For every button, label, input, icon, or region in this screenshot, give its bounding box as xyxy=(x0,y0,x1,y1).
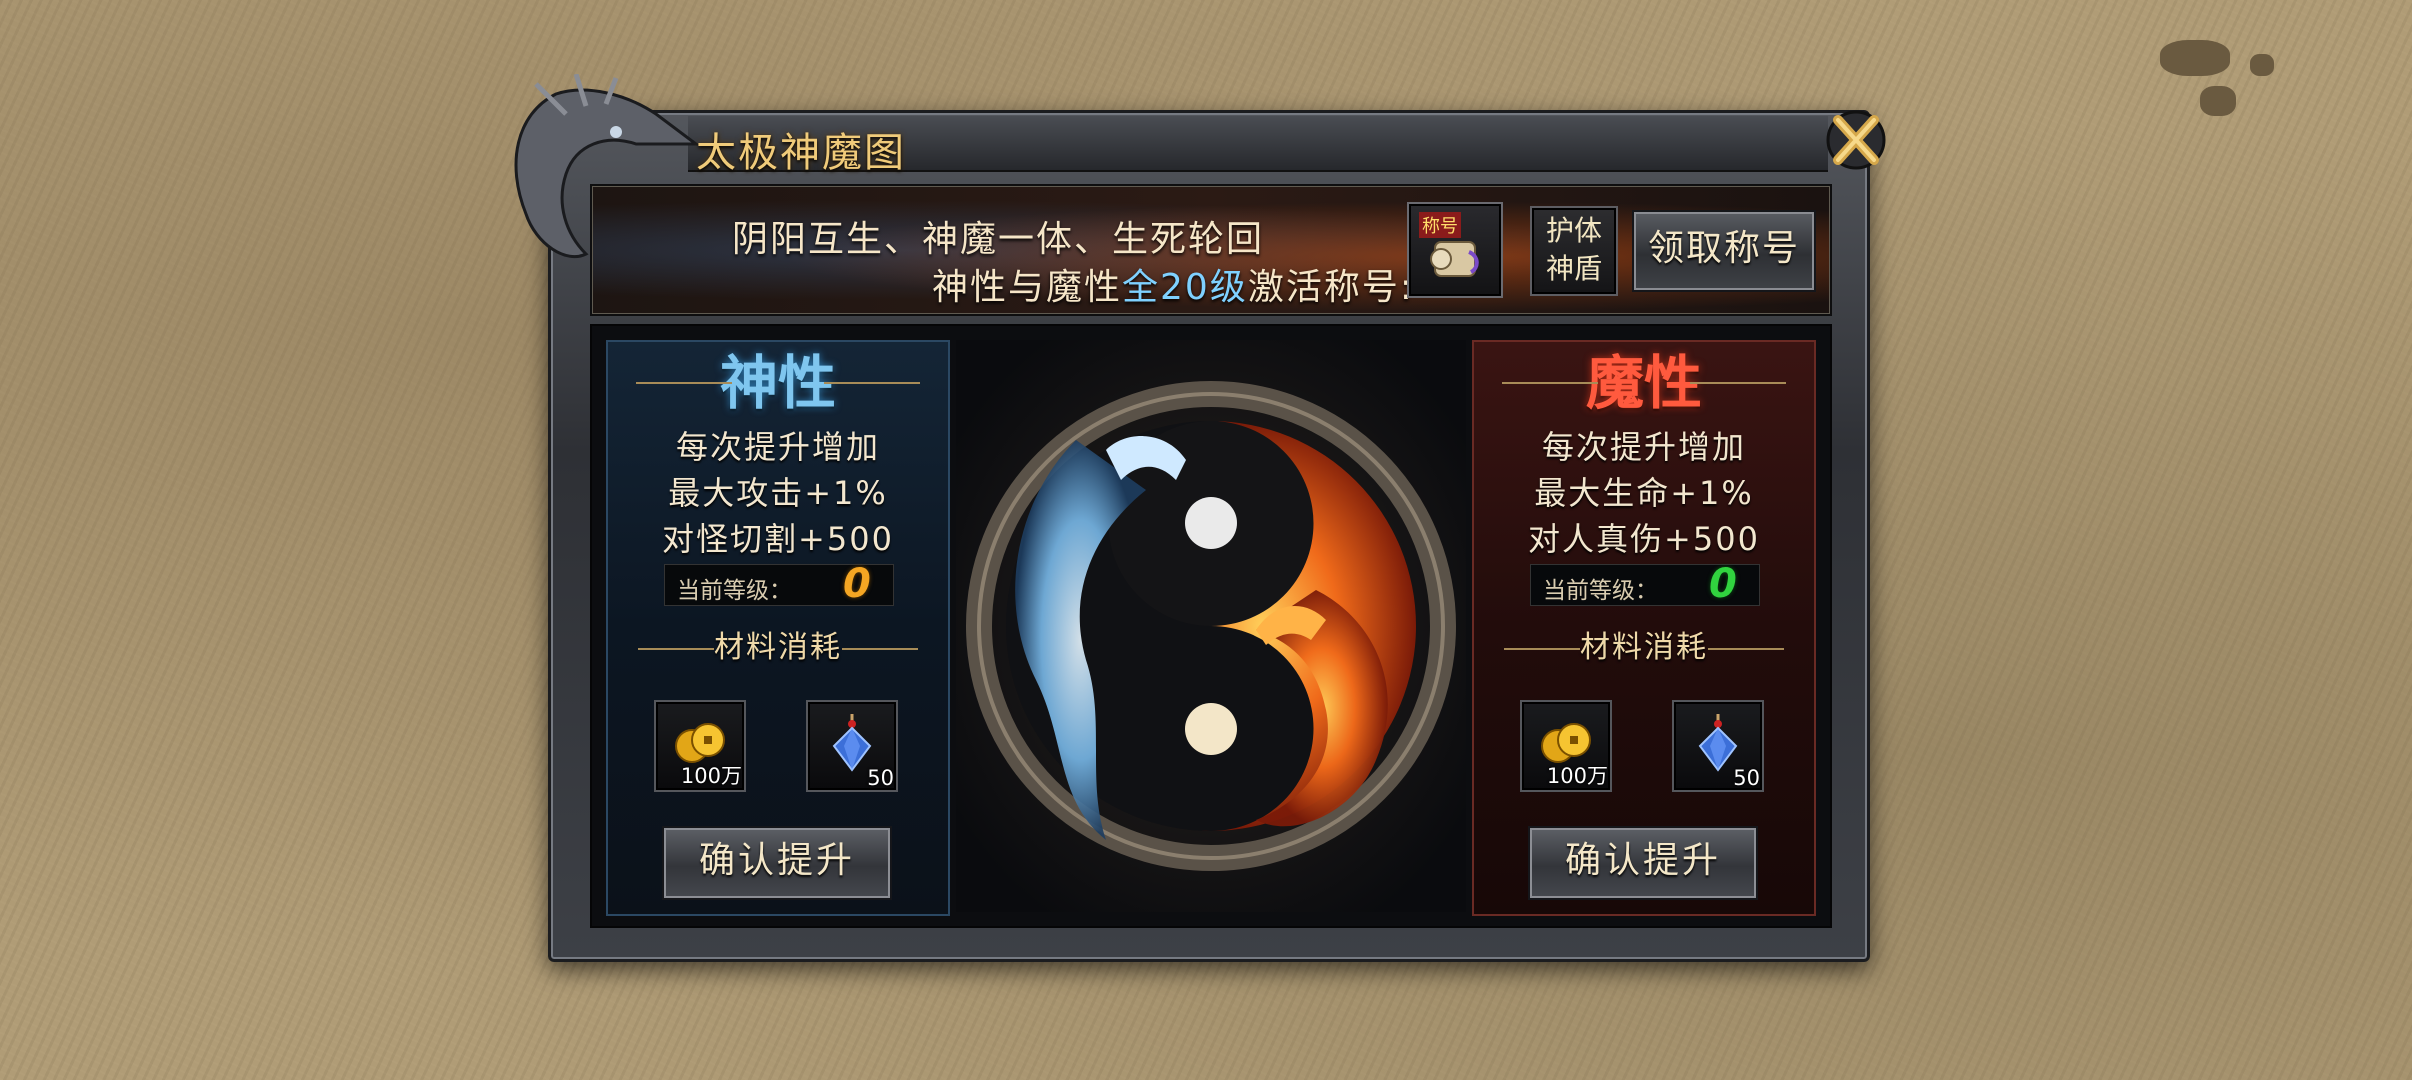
divider xyxy=(1504,648,1580,650)
gold-count: 100万 xyxy=(680,764,742,788)
demonic-true-damage: 对人真伤+500 xyxy=(1528,520,1760,558)
divider xyxy=(1690,382,1786,384)
divine-panel: 神性 每次提升增加 最大攻击+1% 对怪切割+500 当前等级： 0 材料消耗 xyxy=(606,340,950,916)
demonic-confirm-button[interactable]: 确认提升 xyxy=(1528,826,1758,900)
demonic-header: 魔性 xyxy=(1474,352,1814,414)
close-icon[interactable] xyxy=(1820,104,1892,176)
gem-material-slot[interactable]: 50 xyxy=(1672,700,1764,792)
gem-pendant-icon xyxy=(1698,714,1738,772)
taiji-dialog: 太极神魔图 阴阳互生、神魔一体、生死轮回 神性与魔性全20级激活称号: 称号 护… xyxy=(514,74,1886,962)
divider xyxy=(824,382,920,384)
materials-header: 材料消耗 xyxy=(1474,628,1814,668)
gem-count: 50 xyxy=(867,766,894,790)
divine-desc-line: 每次提升增加 xyxy=(675,428,880,466)
divider xyxy=(842,648,918,650)
title-reward-slot[interactable]: 称号 xyxy=(1407,202,1503,298)
gold-count: 100万 xyxy=(1546,764,1608,788)
divine-attack-bonus: 最大攻击+1% xyxy=(668,474,888,512)
yin-yang-dragons-icon xyxy=(956,340,1466,912)
title-banner: 阴阳互生、神魔一体、生死轮回 神性与魔性全20级激活称号: 称号 护体 神盾 领… xyxy=(590,184,1832,316)
divider xyxy=(636,382,732,384)
gold-material-slot[interactable]: 100万 xyxy=(1520,700,1612,792)
shield-line1: 护体 xyxy=(1545,214,1602,247)
gem-count: 50 xyxy=(1733,766,1760,790)
divider xyxy=(1708,648,1784,650)
divine-monster-cut: 对怪切割+500 xyxy=(662,520,894,558)
demonic-level-value: 0 xyxy=(1709,561,1737,607)
demonic-desc-line: 每次提升增加 xyxy=(1541,428,1746,466)
demonic-title: 魔性 xyxy=(1585,349,1702,417)
divine-level-value: 0 xyxy=(843,561,871,607)
shield-reward-button[interactable]: 护体 神盾 xyxy=(1530,206,1618,296)
divine-level-box: 当前等级： 0 xyxy=(664,561,894,607)
divider xyxy=(1502,382,1598,384)
materials-title: 材料消耗 xyxy=(714,630,842,665)
banner-req-prefix: 神性与魔性 xyxy=(932,267,1123,308)
claim-title-button[interactable]: 领取称号 xyxy=(1632,210,1816,292)
level-label: 当前等级： xyxy=(1543,578,1658,604)
divine-title: 神性 xyxy=(719,349,836,417)
demonic-hp-bonus: 最大生命+1% xyxy=(1534,474,1754,512)
gold-material-slot[interactable]: 100万 xyxy=(654,700,746,792)
banner-requirement: 神性与魔性全20级激活称号: xyxy=(932,258,1414,310)
divider xyxy=(638,648,714,650)
demonic-panel: 魔性 每次提升增加 最大生命+1% 对人真伤+500 当前等级： 0 材料消耗 xyxy=(1472,340,1816,916)
gem-pendant-icon xyxy=(832,714,872,772)
scroll-icon xyxy=(1430,241,1479,277)
divine-header: 神性 xyxy=(608,352,948,414)
banner-slogan: 阴阳互生、神魔一体、生死轮回 xyxy=(732,219,1265,260)
banner-req-highlight: 全20级 xyxy=(1122,267,1248,308)
gem-material-slot[interactable]: 50 xyxy=(806,700,898,792)
rock-decoration xyxy=(2200,86,2236,116)
level-label: 当前等级： xyxy=(677,578,792,604)
rock-decoration xyxy=(2250,54,2274,76)
divine-confirm-button[interactable]: 确认提升 xyxy=(662,826,892,900)
materials-header: 材料消耗 xyxy=(608,628,948,668)
window-title: 太极神魔图 xyxy=(696,130,906,176)
materials-title: 材料消耗 xyxy=(1580,630,1708,665)
shield-line2: 神盾 xyxy=(1545,252,1602,285)
content-area: 神性 每次提升增加 最大攻击+1% 对怪切割+500 当前等级： 0 材料消耗 xyxy=(590,324,1832,928)
banner-req-suffix: 激活称号: xyxy=(1247,267,1414,308)
demonic-level-box: 当前等级： 0 xyxy=(1530,561,1760,607)
rock-decoration xyxy=(2160,40,2230,76)
